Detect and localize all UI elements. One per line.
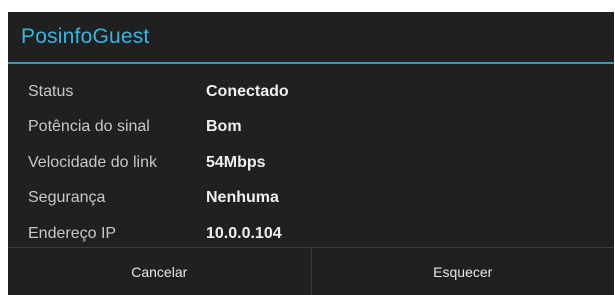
signal-strength-label: Potência do sinal	[28, 118, 150, 136]
dialog-title: PosinfoGuest	[21, 25, 150, 48]
ip-address-value: 10.0.0.104	[206, 224, 282, 242]
wifi-network-dialog: PosinfoGuest Status Conectado Potência d…	[8, 12, 614, 295]
cancel-button[interactable]: Cancelar	[8, 248, 311, 295]
ip-address-label: Endereço IP	[28, 224, 117, 242]
link-speed-label: Velocidade do link	[28, 153, 157, 171]
detail-row-signal-strength: Potência do sinal Bom	[8, 110, 614, 146]
forget-button[interactable]: Esquecer	[312, 248, 615, 295]
detail-row-status: Status Conectado	[8, 74, 614, 110]
security-label: Segurança	[28, 189, 106, 207]
link-speed-value: 54Mbps	[206, 153, 266, 171]
security-value: Nenhuma	[206, 189, 279, 207]
signal-strength-value: Bom	[206, 118, 242, 136]
dialog-title-bar: PosinfoGuest	[8, 12, 614, 64]
status-label: Status	[28, 82, 74, 100]
detail-row-security: Segurança Nenhuma	[8, 181, 614, 217]
status-value: Conectado	[206, 82, 289, 100]
network-details: Status Conectado Potência do sinal Bom V…	[8, 64, 614, 252]
dialog-button-bar: Cancelar Esquecer	[8, 247, 614, 295]
detail-row-link-speed: Velocidade do link 54Mbps	[8, 145, 614, 181]
